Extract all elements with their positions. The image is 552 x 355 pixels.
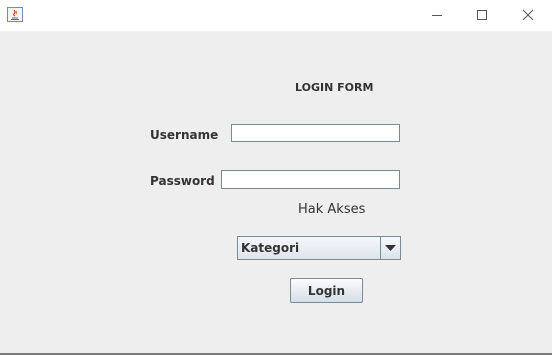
- close-button[interactable]: [506, 0, 552, 31]
- chevron-down-icon: [385, 245, 396, 251]
- maximize-icon: [477, 10, 487, 20]
- role-label: Hak Akses: [298, 202, 366, 217]
- title-bar[interactable]: [0, 0, 552, 31]
- role-select-value: Kategori: [241, 241, 300, 255]
- java-app-icon: [7, 7, 24, 23]
- username-field[interactable]: [231, 124, 400, 142]
- close-icon: [522, 9, 534, 21]
- login-window: LOGIN FORM Username Password Hak Akses K…: [0, 0, 552, 355]
- minimize-icon: [432, 15, 442, 16]
- role-select[interactable]: Kategori: [237, 236, 401, 260]
- password-label: Password: [150, 174, 215, 188]
- form-title: LOGIN FORM: [295, 81, 374, 94]
- maximize-button[interactable]: [460, 0, 506, 31]
- role-select-dropdown-button[interactable]: [380, 237, 400, 259]
- username-label: Username: [150, 128, 219, 142]
- minimize-button[interactable]: [415, 0, 461, 31]
- login-button[interactable]: Login: [290, 278, 363, 303]
- password-field[interactable]: [221, 170, 400, 189]
- form-panel: LOGIN FORM Username Password Hak Akses K…: [0, 31, 552, 353]
